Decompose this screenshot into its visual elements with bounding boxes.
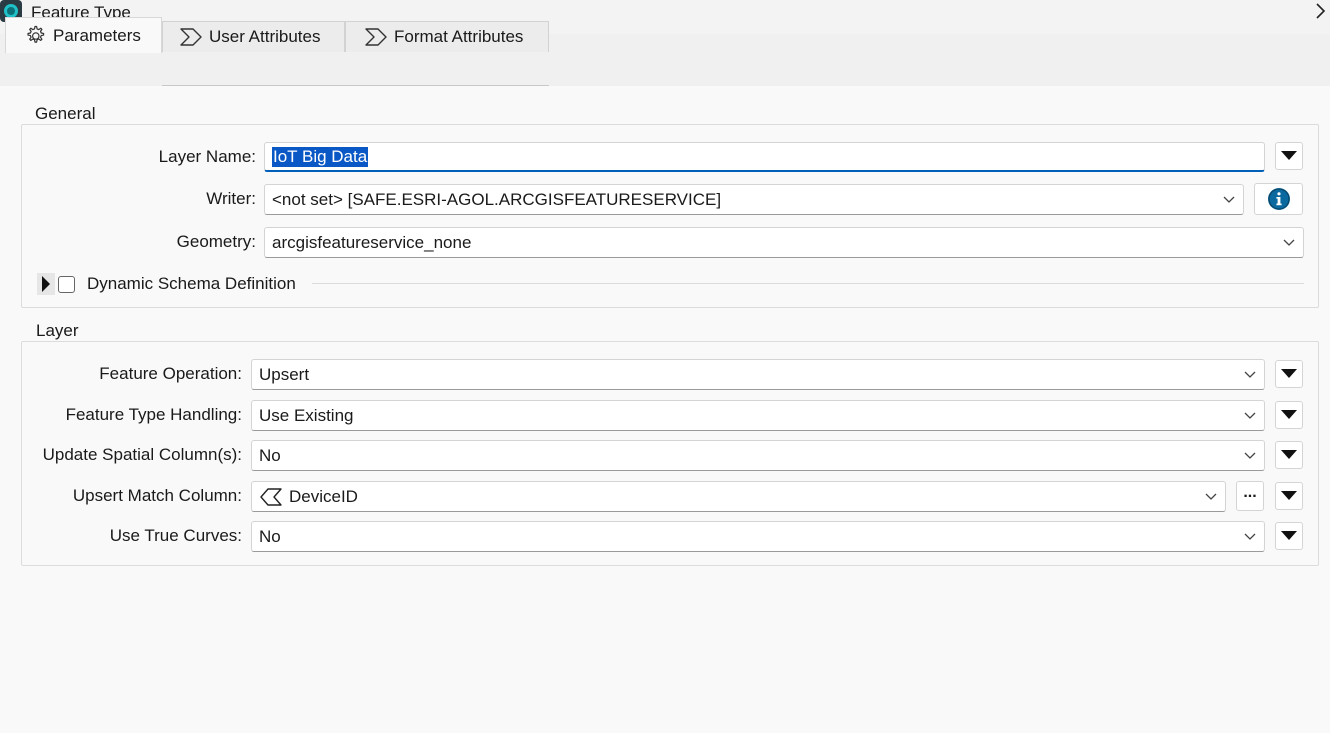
chevron-down-icon (1244, 452, 1256, 459)
writer-info-button[interactable] (1254, 183, 1303, 215)
tab-label: Parameters (53, 25, 141, 45)
layer-group-title: Layer (32, 321, 83, 341)
triangle-down-icon (1281, 491, 1297, 500)
layer-name-input[interactable]: IoT Big Data (264, 142, 1265, 172)
attribute-icon (260, 487, 282, 506)
true-curves-menu-button[interactable] (1275, 522, 1303, 550)
feature-operation-value: Upsert (259, 364, 310, 384)
triangle-down-icon (1281, 151, 1297, 160)
true-curves-label: Use True Curves: (109, 526, 242, 545)
tab-label: Format Attributes (394, 27, 524, 46)
triangle-right-icon (42, 276, 50, 292)
general-group-title: General (31, 104, 100, 124)
triangle-down-icon (1281, 531, 1297, 540)
chevron-down-icon (1283, 239, 1295, 246)
sigma-icon (365, 28, 387, 46)
dynamic-schema-checkbox[interactable] (58, 275, 75, 293)
feature-operation-select[interactable]: Upsert (251, 359, 1265, 390)
feature-type-handling-value: Use Existing (259, 405, 354, 425)
tab-user-attributes[interactable]: User Attributes (162, 21, 345, 52)
upsert-match-select[interactable]: DeviceID (251, 481, 1226, 512)
section-divider (312, 283, 1304, 284)
tab-format-attributes[interactable]: Format Attributes (345, 21, 549, 52)
expand-toggle[interactable] (37, 273, 55, 295)
gear-icon (27, 25, 45, 43)
update-spatial-menu-button[interactable] (1275, 441, 1303, 469)
chevron-down-icon (1244, 533, 1256, 540)
triangle-down-icon (1281, 410, 1297, 419)
feature-type-handling-select[interactable]: Use Existing (251, 400, 1265, 431)
tab-divider (162, 85, 549, 86)
upsert-match-value: DeviceID (289, 486, 358, 506)
chevron-down-icon (1244, 371, 1256, 378)
feature-operation-label: Feature Operation: (99, 364, 242, 383)
feature-operation-menu-button[interactable] (1275, 360, 1303, 388)
feature-type-handling-menu-button[interactable] (1275, 401, 1303, 429)
writer-value: <not set> [SAFE.ESRI-AGOL.ARCGISFEATURES… (272, 189, 722, 209)
upsert-match-ellipsis-button[interactable]: ... (1236, 481, 1264, 511)
chevron-down-icon (1244, 412, 1256, 419)
tab-parameters[interactable]: Parameters (5, 17, 162, 53)
update-spatial-value: No (259, 445, 281, 465)
chevron-down-icon (1205, 493, 1217, 500)
upsert-match-label: Upsert Match Column: (72, 486, 242, 505)
triangle-down-icon (1281, 450, 1297, 459)
chevron-right-icon[interactable] (1315, 2, 1327, 20)
dynamic-schema-row: Dynamic Schema Definition (37, 271, 296, 297)
dynamic-schema-label: Dynamic Schema Definition (87, 274, 296, 293)
sigma-icon (180, 28, 202, 46)
geometry-label: Geometry: (176, 232, 256, 251)
true-curves-select[interactable]: No (251, 521, 1265, 552)
upsert-match-menu-button[interactable] (1275, 482, 1303, 510)
update-spatial-select[interactable]: No (251, 440, 1265, 471)
tab-label: User Attributes (209, 27, 321, 46)
feature-type-handling-label: Feature Type Handling: (65, 405, 242, 424)
writer-label: Writer: (206, 189, 256, 208)
geometry-select[interactable]: arcgisfeatureservice_none (264, 227, 1304, 258)
chevron-down-icon (1223, 196, 1235, 203)
writer-select[interactable]: <not set> [SAFE.ESRI-AGOL.ARCGISFEATURES… (264, 184, 1244, 215)
layer-name-menu-button[interactable] (1275, 142, 1303, 170)
layer-name-value: IoT Big Data (272, 146, 369, 167)
true-curves-value: No (259, 526, 281, 546)
triangle-down-icon (1281, 369, 1297, 378)
info-icon (1267, 188, 1290, 210)
update-spatial-label: Update Spatial Column(s): (42, 445, 242, 464)
geometry-value: arcgisfeatureservice_none (272, 232, 472, 252)
layer-name-label: Layer Name: (158, 147, 256, 166)
